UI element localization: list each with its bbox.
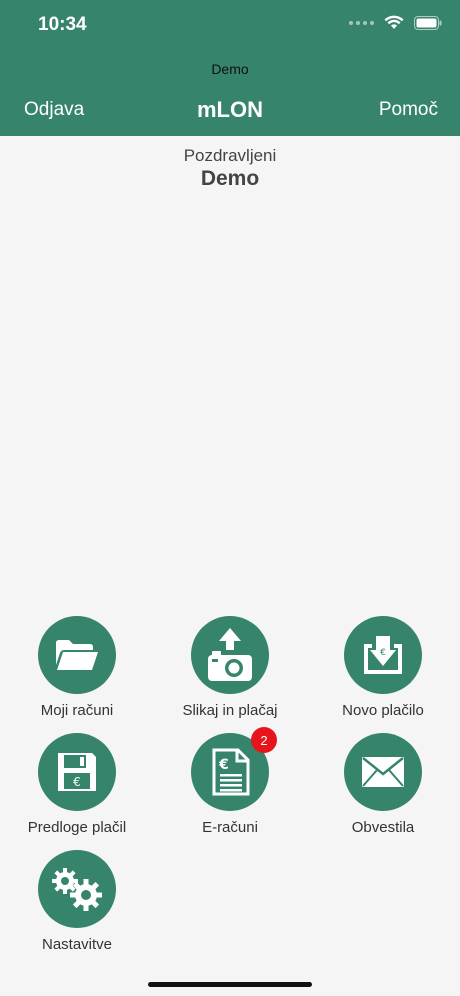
tile-circle[interactable]: €	[344, 616, 422, 694]
svg-text:€: €	[380, 648, 386, 658]
envelope-icon	[362, 757, 404, 787]
tile-snap-and-pay[interactable]: Slikaj in plačaj	[155, 616, 305, 719]
e-invoice-document-icon: €	[212, 748, 250, 796]
tile-label: Novo plačilo	[342, 702, 424, 719]
user-name: Demo	[200, 167, 260, 190]
tile-e-invoices[interactable]: € 2 E-računi	[155, 727, 305, 836]
floppy-disk-icon: €	[58, 753, 96, 791]
tile-circle[interactable]	[38, 850, 116, 928]
app-header: 10:34 Demo Odjava mLON Pomoč	[0, 0, 460, 136]
folder-icon	[56, 640, 98, 670]
tile-circle[interactable]	[344, 733, 422, 811]
status-time: 10:34	[38, 14, 87, 35]
help-button[interactable]: Pomoč	[379, 99, 438, 121]
battery-icon	[414, 15, 442, 30]
tile-new-payment[interactable]: € Novo plačilo	[308, 616, 458, 719]
notification-badge: 2	[251, 727, 277, 753]
svg-text:€: €	[73, 775, 81, 789]
payment-download-icon: €	[364, 636, 402, 674]
logout-button[interactable]: Odjava	[24, 99, 84, 121]
tile-my-accounts[interactable]: Moji računi	[2, 616, 152, 719]
svg-text:€: €	[218, 757, 229, 773]
gears-icon	[52, 868, 102, 911]
cellular-signal-icon	[349, 20, 374, 25]
tile-label: Predloge plačil	[27, 819, 127, 836]
tile-circle[interactable]: € 2	[191, 727, 277, 811]
tile-settings[interactable]: Nastavitve	[2, 850, 152, 953]
tile-label: Nastavitve	[41, 936, 113, 953]
camera-upload-icon	[208, 628, 252, 681]
header-subtitle: Demo	[211, 61, 249, 77]
greeting-line: Pozdravljeni	[183, 146, 277, 165]
tile-circle[interactable]: €	[38, 733, 116, 811]
tile-notifications[interactable]: Obvestila	[308, 733, 458, 836]
wifi-icon	[384, 15, 404, 29]
tile-label: Moji računi	[40, 702, 114, 719]
tile-payment-templates[interactable]: € Predloge plačil	[2, 733, 152, 836]
tile-label: Slikaj in plačaj	[182, 702, 278, 719]
tile-label: Obvestila	[351, 819, 415, 836]
tile-circle[interactable]	[191, 616, 269, 694]
tile-circle[interactable]	[38, 616, 116, 694]
tile-label: E-računi	[202, 819, 258, 836]
home-indicator	[148, 982, 312, 987]
greeting: Pozdravljeni Demo	[0, 146, 460, 191]
status-icons	[349, 15, 442, 30]
